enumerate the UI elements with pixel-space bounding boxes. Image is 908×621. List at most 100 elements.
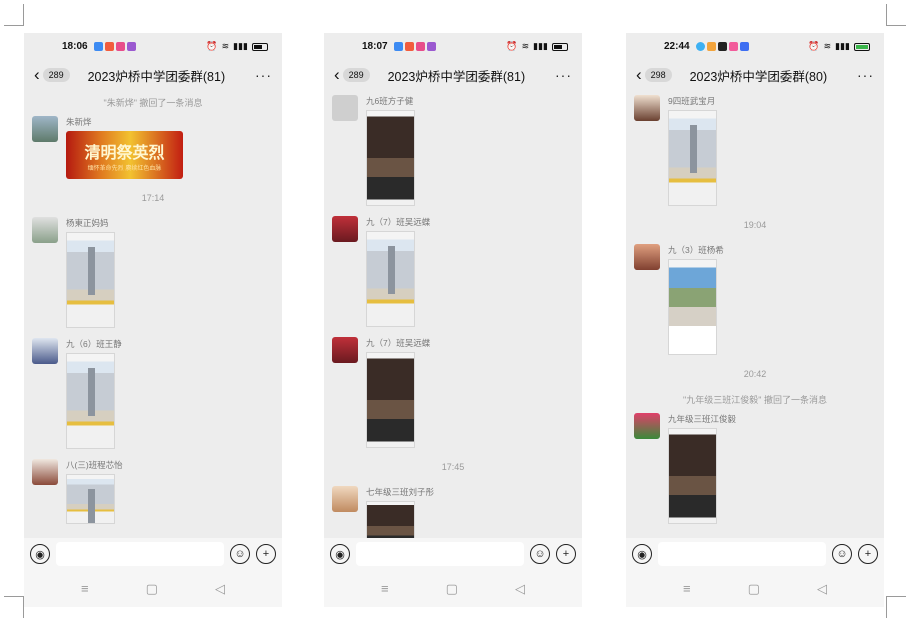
app-notification-icon	[728, 42, 738, 51]
plus-icon[interactable]: +	[256, 544, 276, 564]
voice-input-icon[interactable]: ◉	[330, 544, 350, 564]
notification-icons	[93, 42, 136, 51]
back-icon[interactable]: ‹	[334, 65, 340, 85]
image-message[interactable]	[366, 231, 415, 327]
chat-title: 2023炉桥中学团委群(81)	[387, 69, 526, 84]
message-list[interactable]: "朱新烨" 撤回了一条消息 朱新烨 清明祭英烈 缅怀革命先烈 赓续红色血脉 17…	[24, 91, 282, 538]
input-bar: ◉ ☺ +	[626, 538, 884, 570]
system-nav-bar: ≡ ▢ ◁	[626, 570, 884, 607]
crop-mark-top-left	[4, 4, 24, 26]
sender-name: 九年级三班江俊毅	[668, 414, 737, 424]
avatar[interactable]	[32, 459, 58, 485]
sender-name: 九（3）班杨希	[668, 245, 724, 255]
alarm-icon: ⏰	[808, 41, 820, 51]
system-status-icons: ⏰ ≋ ▮▮▮	[206, 41, 268, 52]
back-nav-icon[interactable]: ◁	[817, 581, 827, 597]
message-item: 杨東正妈妈	[24, 217, 282, 328]
app-notification-icon	[393, 42, 403, 51]
emoji-icon[interactable]: ☺	[230, 544, 250, 564]
image-message[interactable]	[668, 259, 717, 355]
banner-subtitle: 缅怀革命先烈 赓续红色血脉	[87, 165, 162, 172]
app-notification-icon	[415, 42, 425, 51]
avatar[interactable]	[634, 244, 660, 270]
sender-name: 9四班武宝月	[668, 96, 716, 106]
avatar[interactable]	[32, 338, 58, 364]
avatar[interactable]	[332, 216, 358, 242]
back-nav-icon[interactable]: ◁	[515, 581, 525, 597]
message-item: 七年级三班刘子彤	[324, 486, 582, 538]
voice-input-icon[interactable]: ◉	[30, 544, 50, 564]
input-bar: ◉ ☺ +	[24, 538, 282, 570]
status-bar: 22:44 ⏰ ≋ ▮▮▮	[626, 33, 884, 60]
message-list[interactable]: 9四班武宝月 19:04 九（3）班杨希 20:42 "九年级三班江俊毅" 撤回…	[626, 91, 884, 538]
app-notification-icon	[706, 42, 716, 51]
unread-count-badge[interactable]: 289	[42, 68, 70, 82]
image-message[interactable]	[366, 352, 415, 448]
plus-icon[interactable]: +	[858, 544, 878, 564]
sender-name: 九（7）班吴远蝶	[366, 338, 431, 348]
image-message[interactable]	[668, 428, 717, 524]
phone-screenshot-3: 22:44 ⏰ ≋ ▮▮▮ ‹ 298 2023炉桥中学团委群(80) ··· …	[626, 33, 884, 607]
system-status-icons: ⏰ ≋ ▮▮▮	[808, 41, 870, 52]
voice-input-icon[interactable]: ◉	[632, 544, 652, 564]
menu-icon[interactable]: ≡	[683, 581, 691, 596]
phone-screenshot-1: 18:06 ⏰ ≋ ▮▮▮ ‹ 289 2023炉桥中学团委群(81) ··· …	[24, 33, 282, 607]
avatar[interactable]	[332, 486, 358, 512]
emoji-icon[interactable]: ☺	[832, 544, 852, 564]
message-input[interactable]	[56, 542, 224, 566]
crop-mark-top-right	[886, 4, 906, 26]
more-options-icon[interactable]: ···	[255, 67, 272, 83]
status-time: 18:06	[62, 41, 88, 52]
menu-icon[interactable]: ≡	[381, 581, 389, 596]
image-message[interactable]	[366, 110, 415, 206]
chat-title: 2023炉桥中学团委群(80)	[689, 69, 828, 84]
recall-notice: "九年级三班江俊毅" 撤回了一条消息	[683, 395, 827, 405]
message-item: 九（7）班吴远蝶	[324, 337, 582, 448]
back-nav-icon[interactable]: ◁	[215, 581, 225, 597]
image-message[interactable]	[366, 501, 415, 538]
avatar[interactable]	[634, 413, 660, 439]
image-message[interactable]	[66, 474, 115, 524]
more-options-icon[interactable]: ···	[555, 67, 572, 83]
more-options-icon[interactable]: ···	[857, 67, 874, 83]
status-bar: 18:07 ⏰ ≋ ▮▮▮	[324, 33, 582, 60]
sender-name: 九（6）班王静	[66, 339, 122, 349]
signal-icon: ▮▮▮	[233, 41, 248, 51]
system-status-icons: ⏰ ≋ ▮▮▮	[506, 41, 568, 52]
recall-notice: "朱新烨" 撤回了一条消息	[103, 98, 203, 108]
home-icon[interactable]: ▢	[146, 581, 158, 597]
timestamp: 20:42	[743, 369, 767, 379]
battery-charging-icon	[854, 42, 870, 51]
image-message[interactable]	[66, 353, 115, 449]
wifi-icon: ≋	[221, 41, 230, 51]
message-input[interactable]	[658, 542, 826, 566]
avatar[interactable]	[634, 95, 660, 121]
sender-name: 八(三)班程芯怡	[66, 460, 123, 470]
status-bar: 18:06 ⏰ ≋ ▮▮▮	[24, 33, 282, 60]
back-icon[interactable]: ‹	[636, 65, 642, 85]
sender-name: 朱新烨	[66, 117, 92, 127]
unread-count-badge[interactable]: 289	[342, 68, 370, 82]
image-message[interactable]: 清明祭英烈 缅怀革命先烈 赓续红色血脉	[66, 131, 183, 179]
home-icon[interactable]: ▢	[446, 581, 458, 597]
avatar[interactable]	[332, 95, 358, 121]
message-input[interactable]	[356, 542, 524, 566]
timestamp: 17:45	[441, 462, 465, 472]
image-message[interactable]	[668, 110, 717, 206]
home-icon[interactable]: ▢	[748, 581, 760, 597]
timestamp: 19:04	[743, 220, 767, 230]
message-item: 九（6）班王静	[24, 338, 282, 449]
avatar[interactable]	[332, 337, 358, 363]
signal-icon: ▮▮▮	[835, 41, 850, 51]
avatar[interactable]	[32, 217, 58, 243]
back-icon[interactable]: ‹	[34, 65, 40, 85]
unread-count-badge[interactable]: 298	[644, 68, 672, 82]
message-list[interactable]: 九6班方子健 九（7）班吴远蝶 九（7）班吴远蝶 17:45 七年级三班刘子彤	[324, 91, 582, 538]
avatar[interactable]	[32, 116, 58, 142]
plus-icon[interactable]: +	[556, 544, 576, 564]
menu-icon[interactable]: ≡	[81, 581, 89, 596]
chat-header: ‹ 298 2023炉桥中学团委群(80) ···	[626, 60, 884, 90]
image-message[interactable]	[66, 232, 115, 328]
crop-mark-bottom-right	[886, 596, 906, 618]
emoji-icon[interactable]: ☺	[530, 544, 550, 564]
